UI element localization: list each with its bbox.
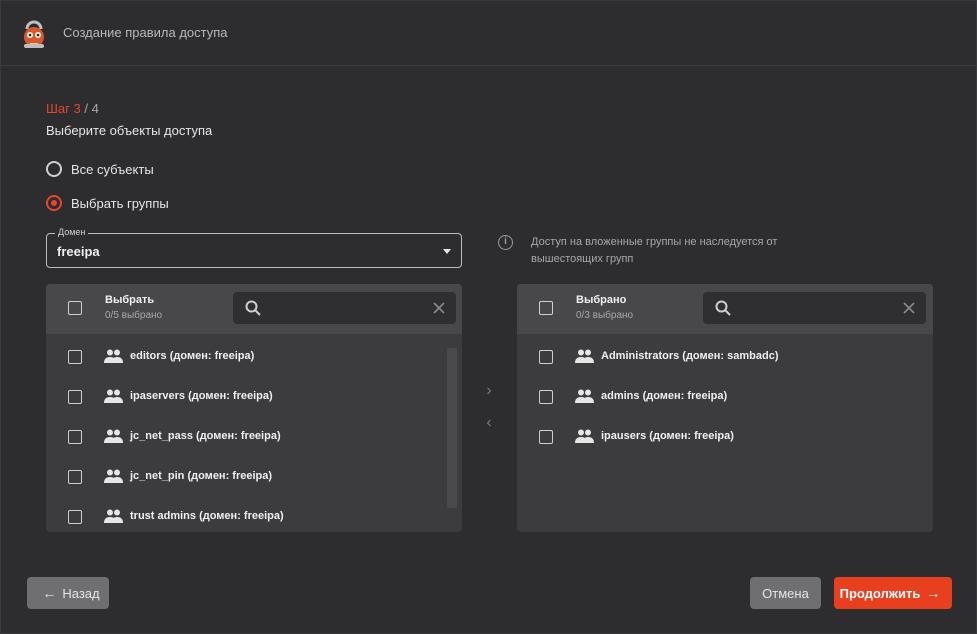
available-groups-panel: Выбрать 0/5 выбрано editors (домен: free…	[46, 284, 462, 532]
item-checkbox[interactable]	[68, 350, 82, 364]
panel-count: 0/5 выбрано	[105, 310, 163, 321]
search-icon	[245, 300, 261, 316]
item-checkbox[interactable]	[68, 510, 82, 524]
step-indicator: Шаг 3 / 4	[46, 101, 99, 116]
list-item[interactable]: trust admins (домен: freeipa)	[46, 497, 462, 532]
item-checkbox[interactable]	[68, 470, 82, 484]
search-input[interactable]	[737, 298, 887, 318]
scrollbar-thumb[interactable]	[447, 348, 457, 508]
arrow-right-icon: →	[926, 585, 941, 601]
group-icon	[575, 389, 594, 403]
cancel-button-label: Отмена	[762, 585, 809, 601]
continue-button[interactable]: Продолжить →	[834, 577, 952, 609]
move-left-button[interactable]: ‹	[481, 415, 497, 431]
item-checkbox[interactable]	[539, 390, 553, 404]
dialog-window: Создание правила доступа Шаг 3 / 4 Выбер…	[0, 0, 977, 634]
item-label: editors (домен: freeipa)	[130, 350, 255, 362]
item-checkbox[interactable]	[539, 430, 553, 444]
domain-select[interactable]: Домен freeipa	[46, 227, 462, 268]
item-checkbox[interactable]	[68, 390, 82, 404]
domain-select-label: Домен	[55, 227, 89, 237]
back-button-label: Назад	[62, 585, 100, 601]
group-icon	[104, 469, 123, 483]
arrow-left-icon: ←	[42, 585, 57, 601]
radio-label: Все субъекты	[71, 161, 154, 177]
selected-groups-panel: Выбрано 0/3 выбрано Administrators (доме…	[517, 284, 933, 532]
search-box	[233, 292, 456, 324]
group-icon	[104, 429, 123, 443]
item-label: jc_net_pass (домен: freeipa)	[130, 430, 281, 442]
caret-down-icon	[443, 249, 451, 254]
radio-all-subjects[interactable]: Все субъекты	[46, 161, 154, 177]
dialog-header: Создание правила доступа	[1, 1, 976, 66]
step-subtitle: Выберите объекты доступа	[46, 123, 213, 138]
cancel-button[interactable]: Отмена	[750, 577, 821, 609]
search-icon	[715, 300, 731, 316]
dialog-title: Создание правила доступа	[63, 25, 228, 40]
search-input[interactable]	[267, 298, 417, 318]
step-total: / 4	[80, 101, 99, 116]
list-item[interactable]: ipausers (домен: freeipa)	[517, 417, 933, 457]
radio-circle[interactable]	[46, 161, 62, 177]
item-label: jc_net_pin (домен: freeipa)	[130, 470, 273, 482]
info-note: i Доступ на вложенные группы не наследуе…	[498, 234, 801, 268]
close-icon[interactable]	[432, 301, 446, 315]
group-icon	[104, 509, 123, 523]
search-box	[703, 292, 926, 324]
step-current: Шаг 3	[46, 101, 81, 116]
item-label: ipaservers (домен: freeipa)	[130, 390, 273, 402]
panel-count: 0/3 выбрано	[576, 310, 634, 321]
list-item[interactable]: jc_net_pass (домен: freeipa)	[46, 417, 462, 457]
list-item[interactable]: admins (домен: freeipa)	[517, 377, 933, 417]
list-item[interactable]: ipaservers (домен: freeipa)	[46, 377, 462, 417]
move-right-button[interactable]: ›	[481, 383, 497, 399]
app-logo-icon	[24, 20, 44, 48]
info-text: Доступ на вложенные группы не наследуетс…	[531, 236, 778, 265]
item-label: Administrators (домен: sambadc)	[601, 350, 779, 362]
item-checkbox[interactable]	[539, 350, 553, 364]
continue-button-label: Продолжить	[839, 585, 921, 601]
list-item[interactable]: jc_net_pin (домен: freeipa)	[46, 457, 462, 497]
item-label: trust admins (домен: freeipa)	[130, 510, 284, 522]
info-icon: i	[498, 235, 513, 250]
radio-circle-checked[interactable]	[46, 195, 62, 211]
radio-label: Выбрать группы	[71, 195, 169, 211]
radio-select-groups[interactable]: Выбрать группы	[46, 195, 169, 211]
scrollbar[interactable]	[447, 348, 457, 522]
group-icon	[104, 389, 123, 403]
domain-select-value: freeipa	[57, 244, 100, 259]
group-icon	[104, 349, 123, 363]
item-checkbox[interactable]	[68, 430, 82, 444]
list-item[interactable]: Administrators (домен: sambadc)	[517, 337, 933, 377]
panel-header: Выбрано 0/3 выбрано	[517, 284, 933, 334]
group-icon	[575, 429, 594, 443]
close-icon[interactable]	[902, 301, 916, 315]
panel-header: Выбрать 0/5 выбрано	[46, 284, 462, 334]
group-icon	[575, 349, 594, 363]
list-item[interactable]: editors (домен: freeipa)	[46, 337, 462, 377]
back-button[interactable]: ← Назад	[27, 577, 109, 609]
item-label: ipausers (домен: freeipa)	[601, 430, 734, 442]
select-all-checkbox[interactable]	[68, 301, 82, 315]
panel-title: Выбрано	[576, 294, 627, 306]
select-all-checkbox[interactable]	[539, 301, 553, 315]
item-label: admins (домен: freeipa)	[601, 390, 728, 402]
panel-title: Выбрать	[105, 294, 155, 306]
